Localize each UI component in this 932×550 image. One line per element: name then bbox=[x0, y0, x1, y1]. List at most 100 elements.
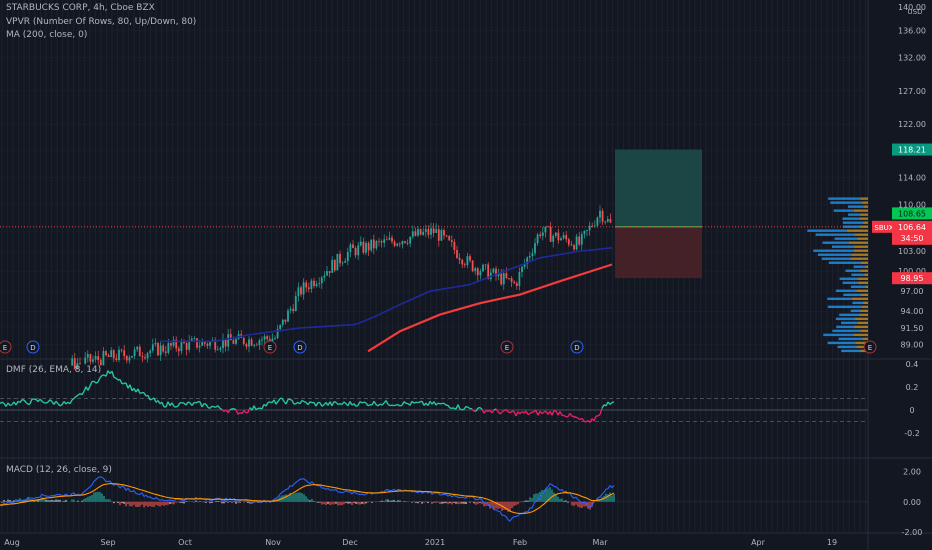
macd-histogram-bar bbox=[577, 501, 579, 507]
macd-histogram-bar bbox=[45, 499, 47, 502]
macd-histogram-bar bbox=[475, 501, 477, 505]
volume-profile-bar bbox=[807, 229, 847, 232]
macd-histogram-bar bbox=[141, 501, 143, 505]
macd-tick: 2.00 bbox=[903, 468, 921, 477]
dividend-marker[interactable]: D bbox=[293, 340, 307, 354]
earnings-marker[interactable]: E bbox=[863, 340, 877, 354]
macd-histogram-bar bbox=[435, 501, 437, 503]
macd-histogram-bar bbox=[199, 501, 201, 502]
candle-body bbox=[105, 351, 107, 356]
macd-histogram-bar bbox=[239, 501, 241, 503]
volume-profile-bar bbox=[835, 317, 856, 321]
candle-body bbox=[138, 346, 141, 357]
macd-histogram-bar bbox=[469, 501, 471, 503]
candle-body bbox=[547, 226, 549, 228]
candle-body bbox=[307, 287, 310, 290]
volume-profile-bar bbox=[864, 273, 868, 276]
macd-histogram-bar bbox=[381, 500, 383, 502]
candle-body bbox=[112, 350, 115, 359]
dmf-line-segment bbox=[149, 398, 153, 401]
candle-body bbox=[588, 225, 591, 231]
loss-zone bbox=[615, 226, 702, 279]
candle-body bbox=[401, 241, 404, 245]
macd-histogram-bar bbox=[365, 501, 367, 504]
volume-profile-bar bbox=[827, 341, 856, 345]
volume-profile-bar bbox=[846, 229, 868, 232]
earnings-marker[interactable]: E bbox=[0, 340, 12, 354]
candle-body bbox=[248, 339, 250, 347]
earnings-marker[interactable]: E bbox=[263, 340, 277, 354]
candle-body bbox=[513, 281, 516, 284]
macd-histogram-bar bbox=[143, 501, 145, 508]
macd-histogram-bar bbox=[171, 501, 173, 505]
macd-histogram-bar bbox=[5, 501, 7, 502]
volume-profile-bar bbox=[865, 265, 868, 268]
event-label: D bbox=[30, 344, 35, 352]
macd-histogram-bar bbox=[165, 501, 167, 506]
dmf-line-segment bbox=[361, 401, 365, 404]
candle-body bbox=[432, 228, 435, 233]
dmf-line-segment bbox=[465, 405, 469, 408]
macd-histogram-bar bbox=[363, 501, 365, 505]
candle-body bbox=[599, 210, 601, 218]
candle-body bbox=[84, 357, 87, 364]
volume-profile-bar bbox=[859, 217, 868, 220]
chart-canvas[interactable]: E D E D E D E140.00USD136.00132.00127.00122.00… bbox=[0, 0, 932, 550]
macd-histogram-bar bbox=[497, 501, 499, 509]
candle-body bbox=[255, 344, 258, 346]
macd-histogram-bar bbox=[415, 501, 417, 503]
volume-profile-bar bbox=[850, 309, 861, 313]
volume-profile-bar bbox=[839, 313, 860, 317]
macd-tick: -2.00 bbox=[902, 528, 923, 537]
dmf-line-segment bbox=[187, 401, 191, 404]
volume-profile-bar bbox=[853, 209, 868, 212]
candle-body bbox=[328, 271, 331, 273]
ma-legend[interactable]: MA (200, close, 0) bbox=[6, 30, 87, 40]
candle-body bbox=[492, 268, 495, 273]
vpvr-legend[interactable]: VPVR (Number Of Rows, 80, Up/Down, 80) bbox=[6, 17, 196, 27]
macd-histogram-bar bbox=[563, 500, 565, 502]
candle-body bbox=[404, 241, 406, 243]
price-tick: 103.00 bbox=[898, 247, 926, 256]
macd-histogram-bar bbox=[63, 500, 65, 502]
dmf-tick: 0.4 bbox=[906, 360, 919, 369]
macd-legend[interactable]: MACD (12, 26, close, 9) bbox=[6, 465, 112, 475]
price-tick: 114.00 bbox=[898, 174, 926, 183]
dividend-marker[interactable]: D bbox=[570, 340, 584, 354]
candle-body bbox=[515, 283, 518, 286]
macd-histogram-bar bbox=[149, 501, 151, 507]
macd-histogram-bar bbox=[477, 501, 479, 505]
candle-body bbox=[362, 241, 365, 253]
target-badge: 118.21 bbox=[898, 146, 926, 155]
macd-histogram-bar bbox=[571, 501, 573, 506]
macd-histogram-bar bbox=[49, 500, 51, 502]
volume-profile-bar bbox=[834, 237, 858, 240]
candle-body bbox=[521, 266, 523, 273]
dmf-line-segment bbox=[233, 408, 237, 411]
price-tick: 97.00 bbox=[901, 287, 924, 296]
macd-histogram-bar bbox=[579, 501, 581, 508]
dmf-legend[interactable]: DMF (26, EMA, 8, 14) bbox=[6, 365, 101, 375]
symbol-legend[interactable]: STARBUCKS CORP, 4h, Cboe BZX bbox=[6, 3, 155, 13]
candle-body bbox=[151, 344, 154, 351]
macd-histogram-bar bbox=[399, 500, 401, 502]
candle-body bbox=[185, 343, 188, 350]
macd-histogram-bar bbox=[227, 501, 229, 503]
volume-profile-bar bbox=[862, 337, 868, 341]
macd-histogram-bar bbox=[225, 500, 227, 502]
candle-body bbox=[474, 268, 477, 272]
volume-profile-bar bbox=[838, 337, 863, 341]
time-label: Apr bbox=[751, 538, 766, 547]
dmf-line-segment bbox=[363, 401, 367, 404]
candle-body bbox=[500, 273, 503, 285]
macd-histogram-bar bbox=[113, 501, 115, 504]
candle-body bbox=[437, 229, 440, 241]
volume-profile-bar bbox=[817, 253, 852, 256]
candle-body bbox=[305, 282, 308, 288]
dividend-marker[interactable]: D bbox=[26, 340, 40, 354]
macd-histogram-bar bbox=[391, 500, 393, 502]
macd-histogram-bar bbox=[447, 501, 449, 505]
dmf-line-segment bbox=[95, 381, 99, 384]
candle-body bbox=[232, 340, 235, 344]
earnings-marker[interactable]: E bbox=[500, 340, 514, 354]
